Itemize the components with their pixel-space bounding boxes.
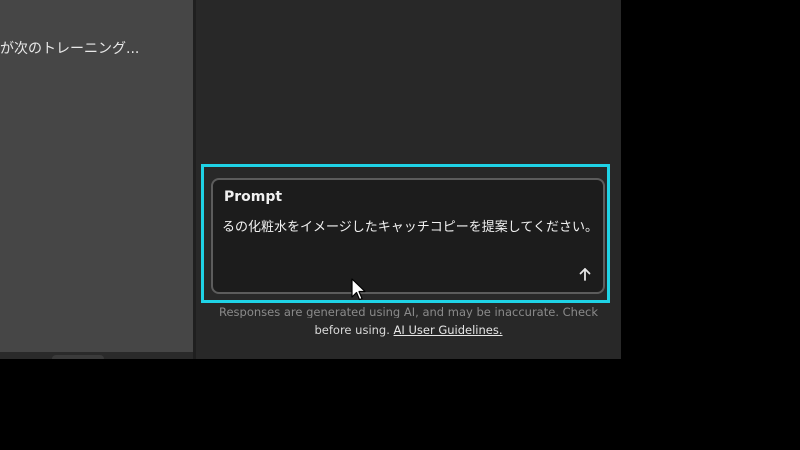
ai-user-guidelines-link[interactable]: AI User Guidelines. (394, 323, 503, 337)
highlight-frame (201, 164, 610, 303)
disclaimer-line-1: Responses are generated using AI, and ma… (218, 306, 599, 318)
sidebar-footer (0, 352, 193, 359)
history-sidebar: が次のトレーニング... (0, 0, 193, 352)
mouse-pointer-icon (351, 278, 366, 301)
sidebar-item-label[interactable]: が次のトレーニング... (0, 38, 193, 58)
ai-disclaimer: Responses are generated using AI, and ma… (196, 306, 621, 340)
disclaimer-line-2: before using. (314, 323, 390, 337)
sidebar-scroll-handle[interactable] (52, 355, 104, 359)
screen: が次のトレーニング... Prompt るの化粧水をイメージしたキャッチコピーを… (0, 0, 800, 450)
